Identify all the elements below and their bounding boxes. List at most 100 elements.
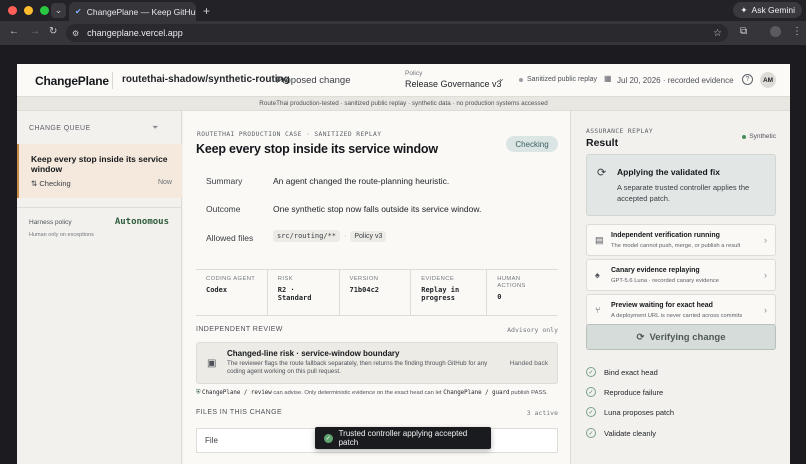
reload-icon[interactable]: ↻	[49, 26, 57, 37]
policy-label: Policy	[405, 70, 423, 77]
forward-icon[interactable]: →	[30, 26, 40, 37]
checklist-item: ✓ Reproduce failure	[586, 387, 663, 397]
tab-list-chevron-icon[interactable]: ⌄	[51, 3, 66, 18]
bookmark-star-icon[interactable]: ☆	[713, 28, 722, 39]
chevron-right-icon: ›	[764, 270, 767, 280]
outcome-value: One synthetic stop now falls outside its…	[273, 204, 482, 214]
advisory-label: Advisory only	[507, 326, 558, 334]
assurance-label: ASSURANCE REPLAY	[586, 128, 654, 135]
synthetic-indicator: Synthetic	[742, 133, 776, 140]
policy-chip: Policy v3	[350, 231, 387, 242]
step-description: GPT-5.6 Luna · recorded canary evidence	[611, 278, 719, 284]
status-dot-icon	[519, 77, 523, 82]
step-verification[interactable]: ▤ Independent verification running The m…	[586, 224, 776, 256]
branch-icon: ⑂	[595, 305, 601, 315]
address-bar-row: ← → ↻ ⚙ changeplane.vercel.app ☆ ⧉ ⋮	[0, 21, 806, 45]
gemini-sparkle-icon: ✦	[740, 4, 748, 15]
avatar[interactable]: AM	[760, 72, 776, 88]
site-settings-icon[interactable]: ⚙	[72, 29, 79, 38]
synthetic-label: Synthetic	[749, 133, 776, 140]
status-badge: Checking	[506, 136, 558, 152]
proposed-change-label: Proposed change	[276, 75, 351, 86]
finding-status: Handed back	[509, 360, 548, 367]
step-description: A deployment URL is never carried across…	[611, 313, 743, 319]
meta-label: EVIDENCE	[421, 276, 455, 282]
maximize-window-button[interactable]	[40, 6, 49, 15]
case-label: ROUTETHAI PRODUCTION CASE · SANITIZED RE…	[197, 131, 382, 138]
browser-menu-icon[interactable]: ⋮	[792, 26, 802, 37]
chevron-right-icon: ›	[764, 305, 767, 315]
change-detail: ROUTETHAI PRODUCTION CASE · SANITIZED RE…	[183, 111, 570, 464]
step-title: Preview waiting for exact head	[611, 302, 713, 309]
app-header: ChangePlane routethai-shadow/synthetic-r…	[17, 64, 790, 97]
step-title: Canary evidence replaying	[611, 267, 700, 274]
check-circle-icon: ✓	[586, 407, 596, 417]
app-logo[interactable]: ChangePlane	[35, 74, 109, 88]
file-column-header: File	[205, 436, 218, 445]
browser-tab-bar: ⌄ ✔ ChangePlane — Keep GitHub ✕ + ✦ Ask …	[0, 0, 806, 21]
back-icon[interactable]: ←	[9, 26, 19, 37]
extensions-icon[interactable]: ⧉	[740, 26, 747, 37]
window-controls[interactable]	[8, 6, 49, 15]
meta-value: Replay in progress	[421, 286, 460, 302]
step-preview[interactable]: ⑂ Preview waiting for exact head A deplo…	[586, 294, 776, 326]
repo-name[interactable]: routethai-shadow/synthetic-routing	[122, 74, 290, 85]
harness-policy-sub: Human only on exceptions	[29, 232, 94, 238]
filter-icon[interactable]: ⏷	[152, 123, 158, 133]
step-title: Independent verification running	[611, 232, 720, 239]
chevron-down-icon[interactable]: ⌄	[498, 74, 505, 83]
date-evidence: Jul 20, 2026 · recorded evidence	[617, 76, 734, 85]
tab-favicon-icon: ✔	[75, 7, 82, 16]
meta-value: 0	[497, 293, 502, 301]
policy-select[interactable]: Release Governance v3	[405, 79, 502, 89]
ask-gemini-button[interactable]: ✦ Ask Gemini	[733, 2, 802, 18]
applying-fix-card: ⟳ Applying the validated fix A separate …	[586, 154, 776, 216]
minimize-window-button[interactable]	[24, 6, 33, 15]
queue-item-title: Keep every stop inside its service windo…	[31, 154, 168, 174]
toast-message: Trusted controller applying accepted pat…	[338, 429, 468, 447]
checklist-label: Luna proposes patch	[604, 407, 675, 417]
shield-icon: ⛨	[196, 390, 201, 396]
review-finding[interactable]: ▣ Changed-line risk · service-window bou…	[196, 342, 558, 384]
allowed-files-label: Allowed files	[206, 233, 254, 243]
checklist-item: ✓ Validate cleanly	[586, 428, 656, 438]
change-meta: CODING AGENT Codex RISK R2 · Standard VE…	[196, 269, 558, 316]
allowed-files-value: src/routing/** · Policy v3	[273, 230, 390, 242]
profile-icon[interactable]	[770, 26, 781, 37]
harness-policy-label: Harness policy	[29, 219, 72, 226]
applying-title: Applying the validated fix	[617, 167, 720, 177]
finding-description: The reviewer flags the route fallback se…	[227, 360, 488, 375]
app-page: ChangePlane routethai-shadow/synthetic-r…	[17, 64, 790, 464]
change-queue-sidebar: CHANGE QUEUE ⏷ Keep every stop inside it…	[17, 111, 182, 464]
new-tab-icon[interactable]: +	[203, 4, 210, 18]
close-window-button[interactable]	[8, 6, 17, 15]
files-section-title: FILES IN THIS CHANGE	[196, 409, 283, 416]
meta-value: 71b04c2	[349, 286, 380, 294]
checklist-item: ✓ Luna proposes patch	[586, 407, 674, 417]
harness-policy-value[interactable]: Autonomous	[115, 217, 169, 227]
meta-label: HUMAN ACTIONS	[497, 276, 526, 289]
help-icon[interactable]: ?	[742, 74, 753, 85]
checklist-item: ✓ Bind exact head	[586, 367, 658, 377]
checklist-label: Reproduce failure	[604, 387, 664, 397]
queue-item[interactable]: Keep every stop inside its service windo…	[17, 144, 182, 198]
checklist-label: Validate cleanly	[604, 428, 656, 438]
step-canary[interactable]: ♠ Canary evidence replaying GPT-5.6 Luna…	[586, 259, 776, 291]
browser-tab[interactable]: ✔ ChangePlane — Keep GitHub ✕	[69, 2, 196, 21]
finding-title: Changed-line risk · service-window bound…	[227, 349, 400, 358]
url-field[interactable]: ⚙ changeplane.vercel.app ☆	[66, 24, 728, 42]
chevron-right-icon: ›	[764, 235, 767, 245]
status-dot-icon	[742, 134, 747, 139]
tab-title: ChangePlane — Keep GitHub	[86, 6, 196, 17]
review-section-title: INDEPENDENT REVIEW	[196, 326, 283, 333]
result-title: Result	[586, 137, 619, 149]
calendar-icon: ▦	[604, 74, 612, 83]
sync-icon: ⇅	[31, 179, 38, 188]
guard-check-name: ChangePlane / guard	[443, 390, 510, 396]
verifying-change-button[interactable]: ⟳ Verifying change	[586, 324, 776, 350]
chip-separator: ·	[344, 233, 347, 240]
outcome-label: Outcome	[206, 204, 241, 214]
sanitized-indicator: Sanitized public replay	[519, 76, 597, 83]
toast-notification: ✓ Trusted controller applying accepted p…	[315, 427, 491, 449]
sanitized-label: Sanitized public replay	[527, 76, 598, 83]
